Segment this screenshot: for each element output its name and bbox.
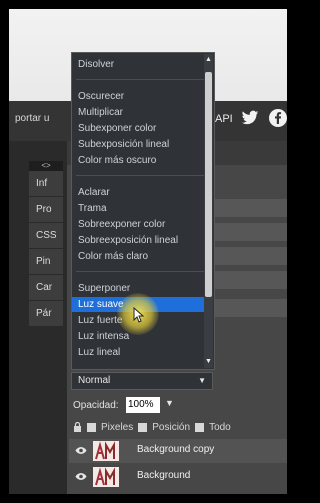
blend-option-sobreexposicion-lineal[interactable]: Sobreexposición lineal [72,233,206,248]
opacity-label: Opacidad: [73,400,119,411]
blend-option-disolver[interactable]: Disolver [72,57,206,72]
opacity-dropdown-icon[interactable]: ▼ [165,398,174,408]
lock-position-label: Posición [152,421,191,433]
blend-option-luz-lineal[interactable]: Luz lineal [72,345,206,360]
blend-option-subexponer-color[interactable]: Subexponer color [72,121,206,136]
side-tab-css[interactable]: CSS [29,223,63,249]
eye-icon[interactable] [75,446,87,455]
blend-option-multiplicar[interactable]: Multiplicar [72,105,206,120]
side-tab-list: Inf Pro CSS Pin Car Pár [29,171,63,327]
twitter-icon[interactable] [241,110,259,126]
side-tab-info[interactable]: Inf [29,171,63,197]
menu-separator [76,79,204,80]
menu-separator [76,175,204,176]
blend-mode-select[interactable]: Normal ▼ [71,372,213,390]
lock-icon [74,422,81,432]
mouse-cursor-icon [133,307,145,323]
screenshot-frame: portar u API <> Inf Pro CSS Pin Car Pár … [6,6,290,497]
layer-thumbnail [93,441,119,461]
side-tab-brush[interactable]: Pin [29,249,63,275]
side-panel-collapse-handle[interactable]: <> [29,161,63,171]
layer-name: Background copy [137,444,215,455]
side-tab-properties[interactable]: Pro [29,197,63,223]
scrollbar-thumb[interactable] [205,72,212,297]
lock-all-label: Todo [209,421,231,433]
menu-separator [76,271,204,272]
nav-link-api[interactable]: API [215,113,233,125]
blend-option-aclarar[interactable]: Aclarar [72,185,206,200]
scroll-up-arrow-icon[interactable]: ▲ [205,56,212,64]
blend-option-color-mas-claro[interactable]: Color más claro [72,249,206,264]
layer-name: Background [137,470,191,481]
side-tab-character[interactable]: Car [29,275,63,301]
chevron-down-icon: ▼ [198,376,206,385]
side-tab-paragraph[interactable]: Pár [29,301,63,327]
facebook-icon[interactable] [269,109,287,127]
lock-position-checkbox[interactable] [138,422,148,432]
lock-pixels-label: Pixeles [101,421,134,433]
opacity-input[interactable]: 100% [126,397,160,413]
dropdown-scrollbar[interactable]: ▲ ▼ [204,54,213,368]
eye-icon[interactable] [75,472,87,481]
layer-thumbnail [93,467,119,487]
lock-options-row: Pixeles Posición Todo [73,419,231,435]
layer-row-background[interactable]: Background [69,465,287,489]
blend-option-color-mas-oscuro[interactable]: Color más oscuro [72,153,206,168]
lock-all-checkbox[interactable] [195,422,205,432]
lock-pixels-checkbox[interactable] [87,422,96,432]
layer-row-background-copy[interactable]: Background copy [69,439,287,463]
blend-mode-value: Normal [78,375,111,386]
blend-option-sobreexponer-color[interactable]: Sobreexponer color [72,217,206,232]
blend-option-oscurecer[interactable]: Oscurecer [72,89,206,104]
scroll-down-arrow-icon[interactable]: ▼ [205,358,212,366]
blend-option-trama[interactable]: Trama [72,201,206,216]
blend-option-subexposicion-lineal[interactable]: Subexposición lineal [72,137,206,152]
nav-link-exportar[interactable]: portar u [15,113,49,124]
